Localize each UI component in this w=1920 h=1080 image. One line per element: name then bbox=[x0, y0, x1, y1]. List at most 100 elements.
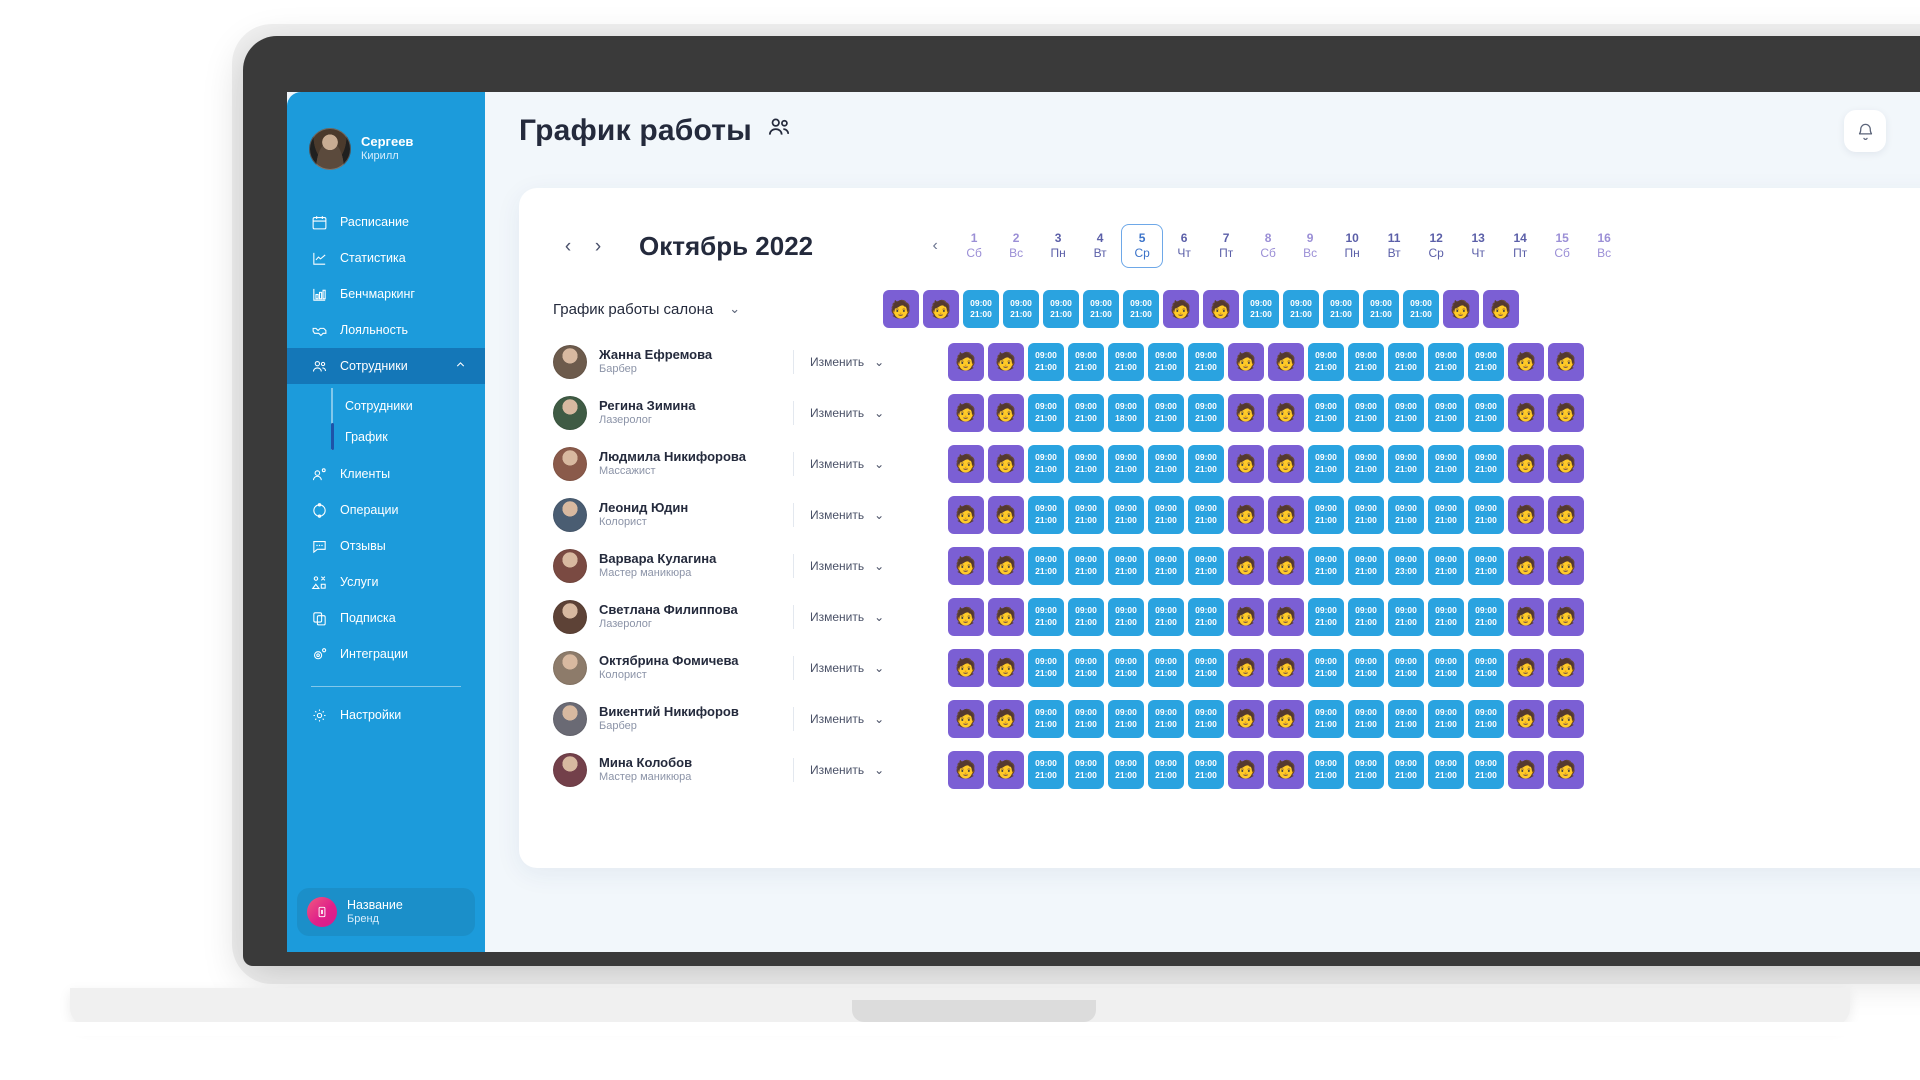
cell-shift[interactable]: 09:00 21:00 bbox=[1068, 750, 1104, 789]
cell-shift[interactable]: 09:00 21:00 bbox=[1388, 648, 1424, 687]
cell-shift[interactable]: 09:00 21:00 bbox=[1348, 444, 1384, 483]
user-profile[interactable]: Сергеев Кирилл bbox=[287, 92, 485, 170]
cell-shift[interactable]: 09:00 21:00 bbox=[1308, 342, 1344, 381]
cell-shift[interactable]: 09:00 21:00 bbox=[1148, 444, 1184, 483]
cell-shift[interactable]: 09:00 21:00 bbox=[1188, 342, 1224, 381]
brand-card[interactable]: Название Бренд bbox=[297, 888, 475, 936]
cell-dayoff[interactable]: 🧑 bbox=[1228, 495, 1264, 534]
cell-dayoff[interactable]: 🧑 bbox=[1508, 546, 1544, 585]
cell-dayoff[interactable]: 🧑 bbox=[1508, 648, 1544, 687]
cell-shift[interactable]: 09:00 21:00 bbox=[1028, 750, 1064, 789]
prev-days-button[interactable]: ‹ bbox=[923, 232, 947, 260]
cell-dayoff[interactable]: 🧑 bbox=[1228, 546, 1264, 585]
cell-dayoff[interactable]: 🧑 bbox=[948, 699, 984, 738]
cell-shift[interactable]: 09:00 21:00 bbox=[1108, 597, 1144, 636]
cell-dayoff[interactable]: 🧑 bbox=[948, 495, 984, 534]
employee-info[interactable]: Людмила Никифорова Массажист bbox=[553, 446, 789, 481]
day-cell-8[interactable]: 8 Сб bbox=[1247, 224, 1289, 268]
cell-shift[interactable]: 09:00 21:00 bbox=[1308, 597, 1344, 636]
cell-dayoff[interactable]: 🧑 bbox=[988, 750, 1024, 789]
cell-shift[interactable]: 09:00 21:00 bbox=[1308, 495, 1344, 534]
salon-cell-dayoff[interactable]: 🧑 bbox=[923, 290, 959, 328]
cell-shift[interactable]: 09:00 21:00 bbox=[1108, 495, 1144, 534]
cell-shift[interactable]: 09:00 21:00 bbox=[1188, 648, 1224, 687]
cell-shift[interactable]: 09:00 21:00 bbox=[1148, 597, 1184, 636]
cell-dayoff[interactable]: 🧑 bbox=[948, 444, 984, 483]
salon-cell-shift[interactable]: 09:00 21:00 bbox=[1123, 290, 1159, 328]
cell-shift[interactable]: 09:00 21:00 bbox=[1388, 444, 1424, 483]
employee-info[interactable]: Викентий Никифоров Барбер bbox=[553, 701, 789, 736]
cell-dayoff[interactable]: 🧑 bbox=[1268, 444, 1304, 483]
cell-shift[interactable]: 09:00 21:00 bbox=[1108, 750, 1144, 789]
cell-dayoff[interactable]: 🧑 bbox=[1508, 495, 1544, 534]
cell-shift[interactable]: 09:00 21:00 bbox=[1428, 546, 1464, 585]
cell-dayoff[interactable]: 🧑 bbox=[1268, 699, 1304, 738]
cell-shift[interactable]: 09:00 21:00 bbox=[1468, 393, 1504, 432]
cell-shift[interactable]: 09:00 21:00 bbox=[1348, 699, 1384, 738]
cell-shift[interactable]: 09:00 21:00 bbox=[1348, 393, 1384, 432]
cell-dayoff[interactable]: 🧑 bbox=[1548, 648, 1584, 687]
edit-dropdown[interactable]: Изменить ⌄ bbox=[810, 457, 930, 471]
day-cell-5[interactable]: 5 Ср bbox=[1121, 224, 1164, 268]
salon-cell-shift[interactable]: 09:00 21:00 bbox=[1363, 290, 1399, 328]
cell-shift[interactable]: 09:00 21:00 bbox=[1428, 699, 1464, 738]
cell-shift[interactable]: 09:00 21:00 bbox=[1068, 393, 1104, 432]
edit-dropdown[interactable]: Изменить ⌄ bbox=[810, 355, 930, 369]
cell-shift[interactable]: 09:00 21:00 bbox=[1028, 495, 1064, 534]
cell-shift[interactable]: 09:00 21:00 bbox=[1308, 699, 1344, 738]
day-cell-14[interactable]: 14 Пт bbox=[1499, 224, 1541, 268]
cell-shift[interactable]: 09:00 21:00 bbox=[1428, 597, 1464, 636]
cell-shift[interactable]: 09:00 21:00 bbox=[1428, 444, 1464, 483]
cell-dayoff[interactable]: 🧑 bbox=[1548, 393, 1584, 432]
cell-dayoff[interactable]: 🧑 bbox=[948, 393, 984, 432]
cell-shift[interactable]: 09:00 21:00 bbox=[1348, 597, 1384, 636]
cell-shift[interactable]: 09:00 21:00 bbox=[1148, 546, 1184, 585]
edit-dropdown[interactable]: Изменить ⌄ bbox=[810, 712, 930, 726]
cell-shift[interactable]: 09:00 21:00 bbox=[1148, 393, 1184, 432]
edit-dropdown[interactable]: Изменить ⌄ bbox=[810, 559, 930, 573]
cell-shift[interactable]: 09:00 21:00 bbox=[1028, 393, 1064, 432]
cell-dayoff[interactable]: 🧑 bbox=[1508, 750, 1544, 789]
edit-dropdown[interactable]: Изменить ⌄ bbox=[810, 508, 930, 522]
employee-info[interactable]: Октябрина Фомичева Колорист bbox=[553, 650, 789, 685]
cell-shift[interactable]: 09:00 21:00 bbox=[1188, 444, 1224, 483]
sidebar-subitem-sotrudniki[interactable]: Сотрудники bbox=[287, 390, 485, 421]
cell-dayoff[interactable]: 🧑 bbox=[1228, 342, 1264, 381]
salon-cell-shift[interactable]: 09:00 21:00 bbox=[1083, 290, 1119, 328]
cell-dayoff[interactable]: 🧑 bbox=[1548, 342, 1584, 381]
cell-shift[interactable]: 09:00 21:00 bbox=[1068, 597, 1104, 636]
cell-dayoff[interactable]: 🧑 bbox=[988, 699, 1024, 738]
cell-shift[interactable]: 09:00 21:00 bbox=[1428, 495, 1464, 534]
cell-dayoff[interactable]: 🧑 bbox=[988, 495, 1024, 534]
salon-cell-shift[interactable]: 09:00 21:00 bbox=[1043, 290, 1079, 328]
cell-dayoff[interactable]: 🧑 bbox=[1548, 444, 1584, 483]
cell-dayoff[interactable]: 🧑 bbox=[1548, 546, 1584, 585]
cell-shift[interactable]: 09:00 21:00 bbox=[1468, 699, 1504, 738]
cell-dayoff[interactable]: 🧑 bbox=[1268, 495, 1304, 534]
sidebar-item-otzyvy[interactable]: Отзывы bbox=[287, 528, 485, 564]
cell-shift[interactable]: 09:00 18:00 bbox=[1108, 393, 1144, 432]
day-cell-12[interactable]: 12 Ср bbox=[1415, 224, 1457, 268]
cell-shift[interactable]: 09:00 21:00 bbox=[1188, 546, 1224, 585]
cell-dayoff[interactable]: 🧑 bbox=[948, 597, 984, 636]
cell-dayoff[interactable]: 🧑 bbox=[1508, 393, 1544, 432]
cell-dayoff[interactable]: 🧑 bbox=[1268, 597, 1304, 636]
sidebar-item-integracii[interactable]: Интеграции bbox=[287, 636, 485, 672]
notifications-button[interactable] bbox=[1844, 110, 1886, 152]
cell-shift[interactable]: 09:00 21:00 bbox=[1308, 648, 1344, 687]
cell-shift[interactable]: 09:00 21:00 bbox=[1348, 648, 1384, 687]
cell-shift[interactable]: 09:00 21:00 bbox=[1468, 546, 1504, 585]
next-month-button[interactable]: › bbox=[583, 231, 613, 261]
cell-dayoff[interactable]: 🧑 bbox=[988, 648, 1024, 687]
day-cell-16[interactable]: 16 Вс bbox=[1583, 224, 1625, 268]
cell-shift[interactable]: 09:00 21:00 bbox=[1148, 750, 1184, 789]
cell-dayoff[interactable]: 🧑 bbox=[1228, 699, 1264, 738]
cell-dayoff[interactable]: 🧑 bbox=[1548, 699, 1584, 738]
cell-shift[interactable]: 09:00 21:00 bbox=[1468, 342, 1504, 381]
cell-shift[interactable]: 09:00 21:00 bbox=[1388, 495, 1424, 534]
sidebar-item-uslugi[interactable]: Услуги bbox=[287, 564, 485, 600]
cell-shift[interactable]: 09:00 21:00 bbox=[1388, 393, 1424, 432]
cell-shift[interactable]: 09:00 21:00 bbox=[1148, 342, 1184, 381]
employee-info[interactable]: Варвара Кулагина Мастер маникюра bbox=[553, 548, 789, 583]
cell-shift[interactable]: 09:00 21:00 bbox=[1148, 495, 1184, 534]
